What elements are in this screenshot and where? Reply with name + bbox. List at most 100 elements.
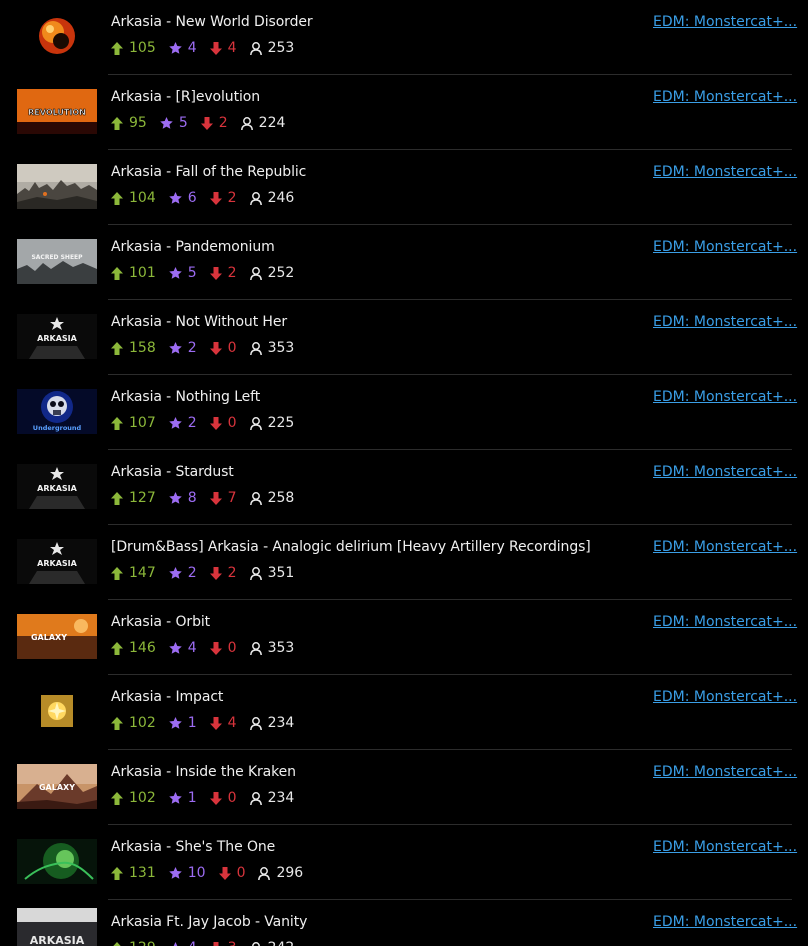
favorite-count[interactable]: 4	[168, 40, 197, 56]
downvote-count[interactable]: 2	[209, 265, 237, 281]
track-thumbnail[interactable]	[17, 164, 97, 209]
track-row: Arkasia - New World Disorder 105 4 4 253…	[0, 0, 808, 75]
favorite-count[interactable]: 4	[168, 640, 197, 656]
upvote-count[interactable]: 127	[111, 490, 156, 506]
downvote-count[interactable]: 2	[200, 115, 228, 131]
sheep-cover-text: SACRED SHEEP	[31, 254, 83, 261]
favorite-count[interactable]: 1	[168, 790, 197, 806]
favorite-count[interactable]: 8	[168, 490, 197, 506]
downvote-count[interactable]: 0	[209, 340, 237, 356]
playlist-link[interactable]: EDM: Monstercat+...	[653, 464, 797, 480]
track-thumbnail[interactable]: ARKASIA	[17, 464, 97, 509]
track-title[interactable]: Arkasia - Nothing Left	[111, 389, 260, 405]
track-thumbnail[interactable]: Underground	[17, 389, 97, 434]
downvote-count[interactable]: 0	[209, 640, 237, 656]
star-icon	[168, 267, 182, 279]
track-title[interactable]: Arkasia - Pandemonium	[111, 239, 275, 255]
star-icon	[168, 492, 182, 504]
downvote-count[interactable]: 0	[209, 415, 237, 431]
playlist-link[interactable]: EDM: Monstercat+...	[653, 764, 797, 780]
arrow-up-icon	[111, 116, 123, 130]
view-count: 353	[249, 640, 294, 656]
downvote-count[interactable]: 0	[209, 790, 237, 806]
favorite-count[interactable]: 5	[160, 115, 188, 131]
track-title[interactable]: Arkasia - New World Disorder	[111, 14, 313, 30]
favorite-count[interactable]: 2	[168, 415, 197, 431]
favorite-count[interactable]: 2	[168, 565, 197, 581]
star-icon	[168, 342, 182, 354]
track-title[interactable]: Arkasia - She's The One	[111, 839, 275, 855]
track-title[interactable]: Arkasia - Inside the Kraken	[111, 764, 296, 780]
arrow-up-icon	[111, 491, 123, 505]
track-title[interactable]: Arkasia - Stardust	[111, 464, 234, 480]
arrow-up-icon	[111, 566, 123, 580]
track-thumbnail[interactable]	[17, 839, 97, 884]
star-icon	[168, 867, 182, 879]
playlist-link[interactable]: EDM: Monstercat+...	[653, 239, 797, 255]
track-thumbnail[interactable]	[17, 689, 97, 734]
playlist-link[interactable]: EDM: Monstercat+...	[653, 614, 797, 630]
upvote-count[interactable]: 146	[111, 640, 156, 656]
playlist-link[interactable]: EDM: Monstercat+...	[653, 14, 797, 30]
user-icon	[249, 791, 262, 805]
favorite-count[interactable]: 5	[168, 265, 197, 281]
downvote-count[interactable]: 7	[209, 490, 237, 506]
upvote-count[interactable]: 107	[111, 415, 156, 431]
upvote-count[interactable]: 158	[111, 340, 156, 356]
track-row: GALAXY Arkasia - Inside the Kraken 102 1…	[0, 750, 808, 825]
track-title[interactable]: Arkasia Ft. Jay Jacob - Vanity	[111, 914, 307, 930]
track-stats: 146 4 0 353	[111, 639, 307, 657]
track-row: GALAXY Arkasia - Orbit 146 4 0 353 EDM: …	[0, 600, 808, 675]
playlist-link[interactable]: EDM: Monstercat+...	[653, 839, 797, 855]
track-title[interactable]: [Drum&Bass] Arkasia - Analogic delirium …	[111, 539, 591, 555]
upvote-count[interactable]: 105	[111, 40, 156, 56]
track-thumbnail[interactable]: ARKASIA	[17, 314, 97, 359]
playlist-link[interactable]: EDM: Monstercat+...	[653, 389, 797, 405]
track-thumbnail[interactable]: GALAXY	[17, 764, 97, 809]
track-thumbnail[interactable]: SACRED SHEEP	[17, 239, 97, 284]
playlist-link[interactable]: EDM: Monstercat+...	[653, 89, 797, 105]
downvote-count[interactable]: 2	[209, 565, 237, 581]
upvote-count[interactable]: 104	[111, 190, 156, 206]
upvote-count[interactable]: 129	[111, 940, 156, 946]
track-title[interactable]: Arkasia - Not Without Her	[111, 314, 287, 330]
arrow-down-icon	[209, 641, 222, 655]
upvote-count[interactable]: 102	[111, 715, 156, 731]
upvote-count[interactable]: 131	[111, 865, 156, 881]
favorite-count[interactable]: 2	[168, 340, 197, 356]
arkasia-cover-text: ARKASIA	[37, 559, 77, 568]
track-thumbnail[interactable]: REVOLUTION	[17, 89, 97, 134]
track-title[interactable]: Arkasia - [R]evolution	[111, 89, 260, 105]
downvote-count[interactable]: 0	[218, 865, 245, 881]
playlist-link[interactable]: EDM: Monstercat+...	[653, 539, 797, 555]
track-thumbnail[interactable]: ARKASIA	[17, 908, 97, 946]
track-title[interactable]: Arkasia - Fall of the Republic	[111, 164, 306, 180]
track-thumbnail[interactable]: GALAXY	[17, 614, 97, 659]
arrow-down-icon	[209, 566, 222, 580]
downvote-count[interactable]: 4	[209, 40, 237, 56]
track-stats: 131 10 0 296	[111, 864, 316, 882]
favorite-count[interactable]: 10	[168, 865, 206, 881]
user-icon	[251, 941, 260, 946]
track-thumbnail[interactable]: ARKASIA	[17, 539, 97, 584]
star-icon	[173, 942, 178, 946]
favorite-count[interactable]: 1	[168, 715, 197, 731]
playlist-link[interactable]: EDM: Monstercat+...	[653, 689, 797, 705]
playlist-link[interactable]: EDM: Monstercat+...	[653, 914, 797, 930]
favorite-count[interactable]: 4	[169, 940, 197, 946]
arkasia-cover-text: ARKASIA	[37, 334, 77, 343]
favorite-count[interactable]: 6	[168, 190, 197, 206]
arkasia-cover-text: ARKASIA	[37, 484, 77, 493]
downvote-count[interactable]: 4	[209, 715, 237, 731]
track-thumbnail[interactable]	[17, 14, 97, 59]
playlist-link[interactable]: EDM: Monstercat+...	[653, 164, 797, 180]
upvote-count[interactable]: 95	[111, 115, 147, 131]
downvote-count[interactable]: 2	[209, 190, 237, 206]
track-title[interactable]: Arkasia - Orbit	[111, 614, 210, 630]
upvote-count[interactable]: 147	[111, 565, 156, 581]
downvote-count[interactable]: 3	[210, 940, 237, 946]
track-title[interactable]: Arkasia - Impact	[111, 689, 223, 705]
playlist-link[interactable]: EDM: Monstercat+...	[653, 314, 797, 330]
upvote-count[interactable]: 101	[111, 265, 156, 281]
upvote-count[interactable]: 102	[111, 790, 156, 806]
